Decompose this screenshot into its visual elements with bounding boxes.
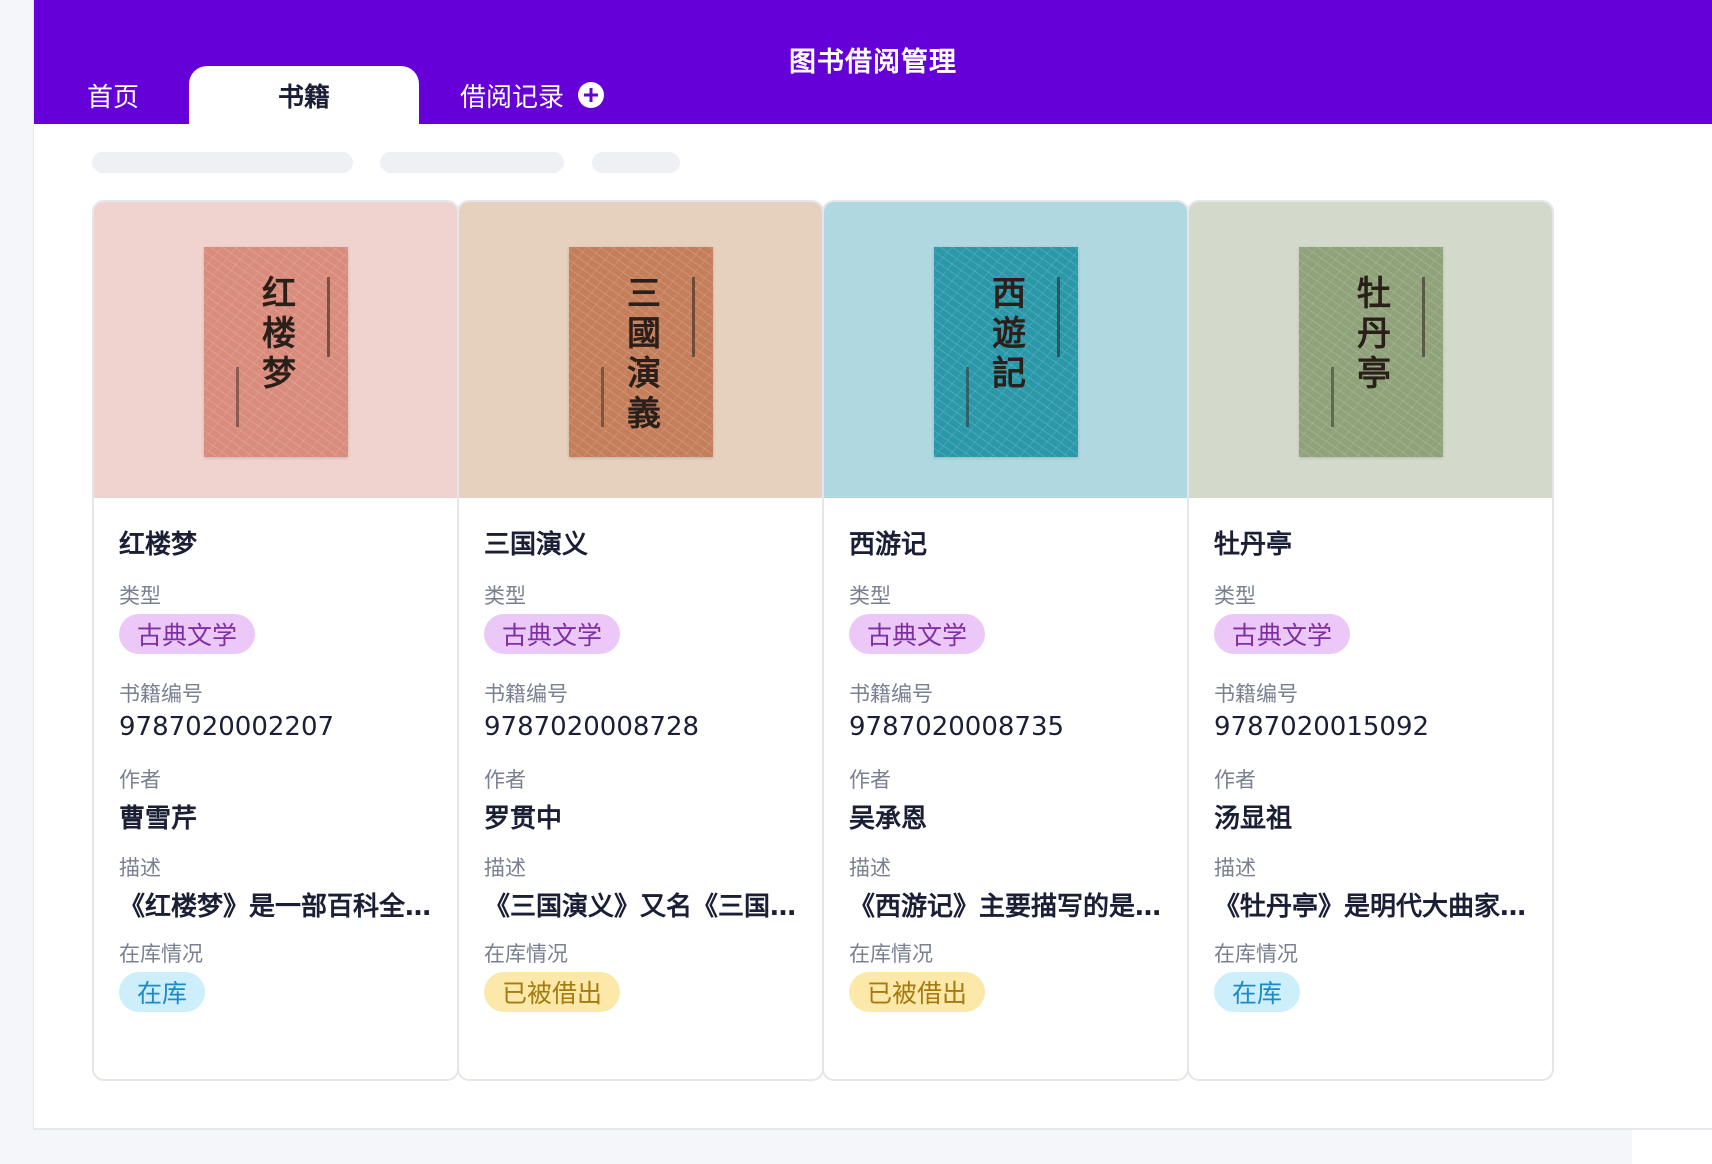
cover-decoration xyxy=(327,277,330,357)
author-label: 作者 xyxy=(484,768,526,792)
isbn-value: 9787020002207 xyxy=(119,712,335,742)
cover-decoration xyxy=(601,367,604,427)
isbn-label: 书籍编号 xyxy=(849,682,933,706)
desc-label: 描述 xyxy=(484,856,526,880)
cover-decoration xyxy=(1331,367,1334,427)
stock-label: 在库情况 xyxy=(119,942,203,966)
book-card[interactable]: 牡丹亭 牡丹亭 类型 古典文学 书籍编号 9787020015092 作者 汤显… xyxy=(1187,200,1554,1081)
desc-value: 《三国演义》又名《三国… xyxy=(484,892,797,922)
isbn-value: 9787020008728 xyxy=(484,712,700,742)
desc-label: 描述 xyxy=(849,856,891,880)
stock-status-badge: 在库 xyxy=(119,972,206,1012)
book-cover-image: 三國演義 xyxy=(569,247,713,457)
type-tag: 古典文学 xyxy=(484,614,621,654)
desc-label: 描述 xyxy=(119,856,161,880)
type-label: 类型 xyxy=(849,584,891,608)
book-cover-image: 西遊記 xyxy=(934,247,1078,457)
stock-label: 在库情况 xyxy=(484,942,568,966)
loading-placeholder xyxy=(380,152,564,173)
book-cover-area: 三國演義 xyxy=(459,202,822,498)
desc-label: 描述 xyxy=(1214,856,1256,880)
type-tag: 古典文学 xyxy=(849,614,986,654)
isbn-value: 9787020008735 xyxy=(849,712,1065,742)
author-value: 吴承恩 xyxy=(849,804,928,834)
isbn-label: 书籍编号 xyxy=(119,682,203,706)
add-tab-plus-icon[interactable] xyxy=(578,82,605,108)
author-label: 作者 xyxy=(1214,768,1256,792)
book-cover-area: 红楼梦 xyxy=(94,202,457,498)
tab-home[interactable]: 首页 xyxy=(58,66,168,124)
stock-status-badge: 已被借出 xyxy=(849,972,986,1012)
type-tag: 古典文学 xyxy=(119,614,256,654)
stock-status-badge: 在库 xyxy=(1214,972,1301,1012)
desc-value: 《红楼梦》是一部百科全… xyxy=(119,892,432,922)
tab-books[interactable]: 书籍 xyxy=(189,66,419,124)
loading-placeholder xyxy=(92,152,353,173)
type-label: 类型 xyxy=(484,584,526,608)
cover-decoration xyxy=(1422,277,1425,357)
book-name[interactable]: 三国演义 xyxy=(484,524,588,561)
stock-label: 在库情况 xyxy=(849,942,933,966)
author-value: 罗贯中 xyxy=(484,804,563,834)
type-label: 类型 xyxy=(119,584,161,608)
app-window: 图书借阅管理 首页 书籍 借阅记录 红楼梦 红楼梦 类型 古典文学 书籍编号 9… xyxy=(33,0,1712,1130)
type-label: 类型 xyxy=(1214,584,1256,608)
cover-decoration xyxy=(966,367,969,427)
tab-borrow-records-label: 借阅记录 xyxy=(460,82,565,113)
cover-decoration xyxy=(692,277,695,357)
book-card[interactable]: 三國演義 三国演义 类型 古典文学 书籍编号 9787020008728 作者 … xyxy=(457,200,824,1081)
cover-title: 牡丹亭 xyxy=(1350,275,1391,395)
author-value: 汤显祖 xyxy=(1214,804,1293,834)
book-card[interactable]: 红楼梦 红楼梦 类型 古典文学 书籍编号 9787020002207 作者 曹雪… xyxy=(92,200,459,1081)
cover-title: 西遊記 xyxy=(985,275,1026,395)
cover-title: 红楼梦 xyxy=(255,275,296,395)
isbn-value: 9787020015092 xyxy=(1214,712,1430,742)
book-cover-image: 牡丹亭 xyxy=(1299,247,1443,457)
cover-decoration xyxy=(236,367,239,427)
isbn-label: 书籍编号 xyxy=(1214,682,1298,706)
desc-value: 《牡丹亭》是明代大曲家… xyxy=(1214,892,1527,922)
isbn-label: 书籍编号 xyxy=(484,682,568,706)
cover-title: 三國演義 xyxy=(620,275,661,435)
book-cover-area: 牡丹亭 xyxy=(1189,202,1552,498)
cover-decoration xyxy=(1057,277,1060,357)
stock-status-badge: 已被借出 xyxy=(484,972,621,1012)
type-tag: 古典文学 xyxy=(1214,614,1351,654)
author-value: 曹雪芹 xyxy=(119,804,198,834)
stock-label: 在库情况 xyxy=(1214,942,1298,966)
book-name[interactable]: 红楼梦 xyxy=(119,524,197,561)
book-name[interactable]: 西游记 xyxy=(849,524,927,561)
author-label: 作者 xyxy=(849,768,891,792)
desc-value: 《西游记》主要描写的是… xyxy=(849,892,1162,922)
book-card[interactable]: 西遊記 西游记 类型 古典文学 书籍编号 9787020008735 作者 吴承… xyxy=(822,200,1189,1081)
loading-placeholder xyxy=(592,152,680,173)
tab-borrow-records[interactable]: 借阅记录 xyxy=(422,66,622,124)
book-cover-image: 红楼梦 xyxy=(204,247,348,457)
author-label: 作者 xyxy=(119,768,161,792)
top-bar: 图书借阅管理 首页 书籍 借阅记录 xyxy=(34,0,1712,124)
book-cover-area: 西遊記 xyxy=(824,202,1187,498)
book-name[interactable]: 牡丹亭 xyxy=(1214,524,1292,561)
